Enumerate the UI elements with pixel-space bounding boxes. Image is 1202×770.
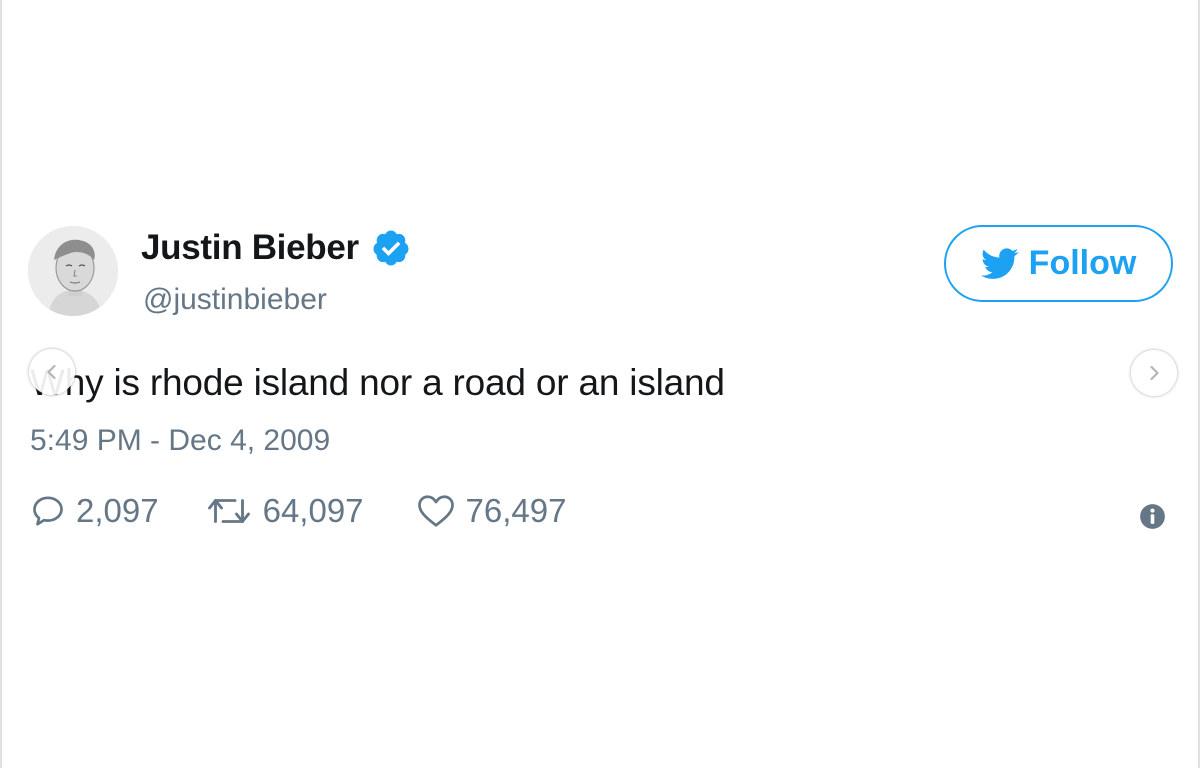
verified-badge-icon <box>371 228 411 268</box>
chevron-right-icon <box>1150 365 1159 381</box>
user-handle[interactable]: @justinbieber <box>143 283 327 317</box>
tweet-timestamp[interactable]: 5:49 PM - Dec 4, 2009 <box>30 424 330 458</box>
carousel-prev-button[interactable] <box>29 349 75 395</box>
reply-count: 2,097 <box>76 492 159 529</box>
retweet-button[interactable]: 64,097 <box>205 492 364 530</box>
retweet-count: 64,097 <box>262 492 364 529</box>
info-icon[interactable] <box>1139 503 1166 530</box>
tweet-text: Why is rhode island nor a road or an isl… <box>30 362 725 403</box>
chevron-left-icon <box>47 364 56 380</box>
display-name[interactable]: Justin Bieber <box>141 228 359 268</box>
carousel-next-button[interactable] <box>1131 350 1177 396</box>
tweet-embed-frame: Justin Bieber @justinbieber Follow Why i… <box>0 0 1200 768</box>
follow-button[interactable]: Follow <box>944 225 1173 302</box>
like-count: 76,497 <box>465 492 567 529</box>
follow-button-label: Follow <box>1028 244 1137 282</box>
retweet-icon <box>207 499 250 523</box>
like-button[interactable]: 76,497 <box>416 492 567 530</box>
twitter-bird-icon <box>980 247 1019 279</box>
tweet-actions: 2,097 64,097 76,497 <box>30 492 566 530</box>
reply-button[interactable]: 2,097 <box>30 492 159 530</box>
heart-icon <box>417 495 454 527</box>
author-name-row: Justin Bieber <box>141 228 411 268</box>
avatar[interactable] <box>28 226 118 316</box>
avatar-image <box>28 226 118 316</box>
reply-bubble-icon <box>33 496 63 526</box>
